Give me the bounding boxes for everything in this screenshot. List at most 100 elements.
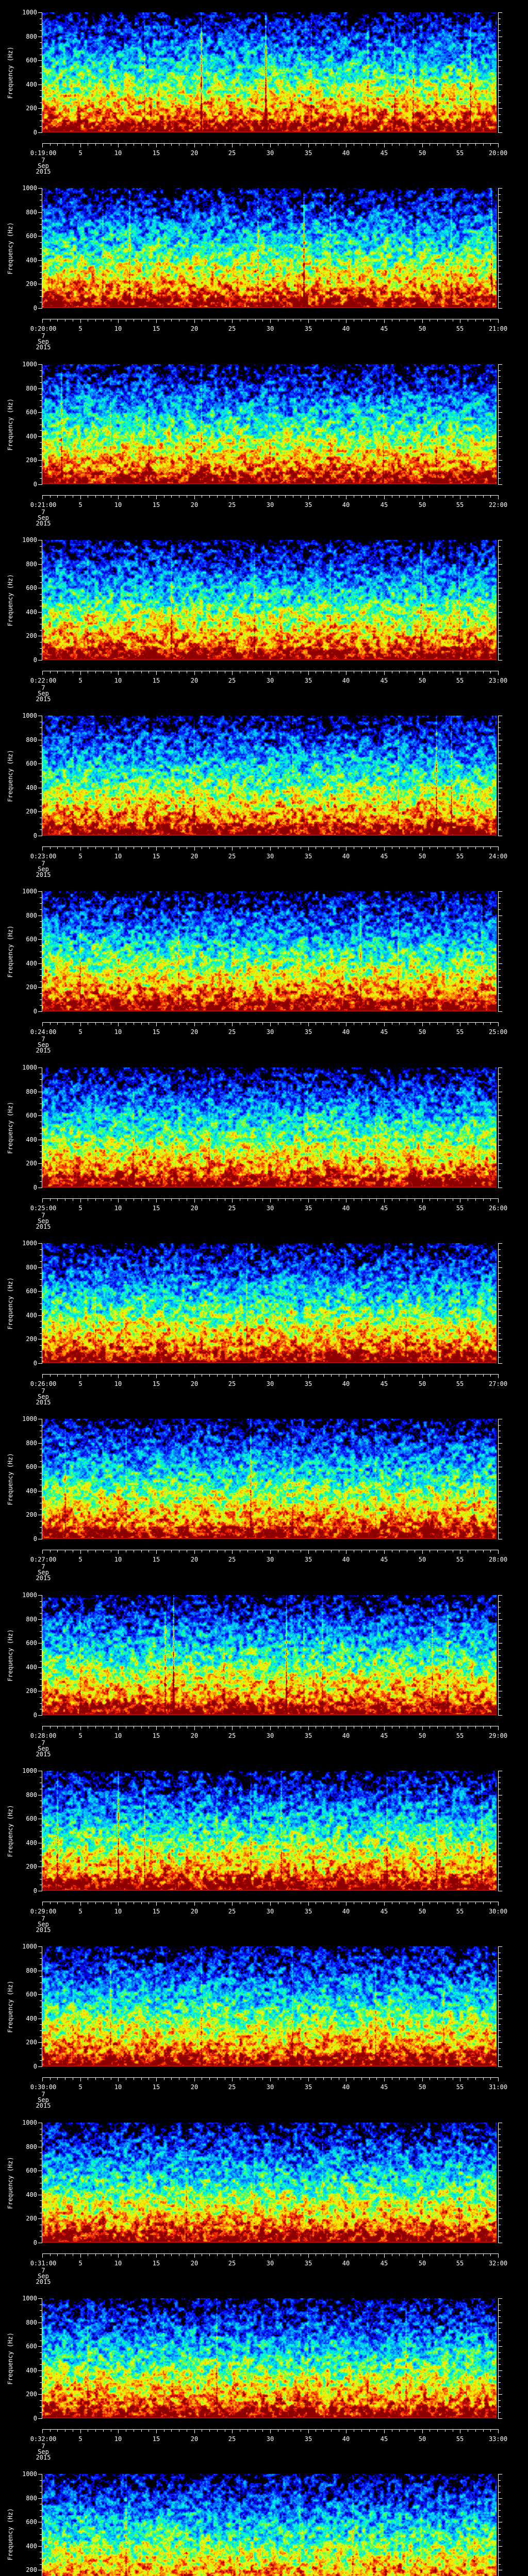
- y-tick: [38, 364, 42, 365]
- x-tick: [148, 1902, 149, 1904]
- x-tick: [156, 847, 157, 851]
- x-tick: [270, 1550, 271, 1554]
- x-tick-label: 50: [418, 1908, 426, 1915]
- x-tick-label: 20: [190, 1380, 199, 1387]
- y-tick: [40, 1297, 42, 1298]
- y-tick-label: 800: [26, 1264, 37, 1271]
- x-tick-label: 30: [266, 2435, 274, 2443]
- x-tick: [498, 847, 499, 851]
- x-tick: [194, 1199, 195, 1202]
- x-tick: [194, 847, 195, 851]
- x-tick: [57, 847, 58, 849]
- y-tick: [38, 60, 42, 61]
- x-tick: [262, 671, 263, 673]
- date-line: 2015: [36, 168, 51, 175]
- y-tick-right: [499, 1309, 501, 1310]
- y-tick-label: 200: [26, 808, 37, 815]
- x-tick-label: 50: [418, 2083, 426, 2091]
- x-tick-label: 55: [456, 2435, 464, 2443]
- y-tick-right: [499, 1685, 501, 1686]
- x-tick: [376, 144, 377, 146]
- x-tick: [445, 1726, 446, 1728]
- x-tick: [80, 1023, 81, 1026]
- y-tick: [40, 1303, 42, 1304]
- y-tick: [40, 90, 42, 91]
- x-tick-label: 10: [114, 501, 122, 509]
- x-tick: [308, 2430, 309, 2433]
- x-tick-label: 40: [342, 1028, 350, 1036]
- x-tick: [103, 1199, 104, 1201]
- y-tick: [38, 1443, 42, 1444]
- y-tick-label: 1000: [22, 1415, 37, 1422]
- x-tick: [270, 496, 271, 499]
- spectrogram-image: [42, 540, 497, 660]
- x-tick-label: 55: [456, 501, 464, 509]
- x-tick: [490, 1726, 491, 1728]
- x-tick: [42, 1902, 43, 1906]
- end-time-label: 30:00: [488, 1908, 508, 1915]
- y-tick: [40, 1655, 42, 1656]
- y-tick-label: 400: [26, 1839, 37, 1846]
- y-tick-right: [499, 1339, 502, 1340]
- x-tick: [262, 1550, 263, 1552]
- x-tick: [437, 319, 438, 321]
- x-tick: [285, 1199, 286, 1201]
- x-tick: [498, 144, 499, 147]
- x-tick: [171, 2430, 172, 2432]
- x-tick: [148, 1199, 149, 1201]
- y-tick-right: [499, 2352, 501, 2353]
- y-tick: [40, 1255, 42, 1256]
- x-tick-label: 40: [342, 1380, 350, 1387]
- y-tick-label: 800: [26, 385, 37, 392]
- x-tick: [57, 1023, 58, 1025]
- y-tick-label: 800: [26, 33, 37, 40]
- x-tick-label: 45: [380, 501, 388, 509]
- x-tick: [50, 1023, 51, 1025]
- spectrogram-image: [42, 891, 497, 1011]
- y-tick: [40, 1425, 42, 1426]
- x-tick-label: 55: [456, 149, 464, 157]
- y-tick: [40, 278, 42, 279]
- x-tick: [80, 2078, 81, 2081]
- x-tick: [285, 847, 286, 849]
- y-tick: [40, 630, 42, 631]
- x-tick: [422, 1199, 423, 1202]
- x-tick: [422, 847, 423, 851]
- y-tick-right: [499, 1145, 501, 1146]
- y-tick: [40, 78, 42, 79]
- x-tick: [369, 2078, 370, 2080]
- y-tick-right: [499, 1655, 501, 1656]
- y-tick-right: [499, 945, 501, 946]
- y-tick: [40, 2388, 42, 2389]
- y-tick-label: 600: [26, 760, 37, 767]
- y-tick: [40, 745, 42, 746]
- y-tick-right: [499, 2042, 502, 2043]
- x-tick: [217, 1550, 218, 1552]
- y-axis-title: Frequency (Hz): [7, 2332, 14, 2385]
- x-tick: [50, 2430, 51, 2432]
- y-tick-right: [499, 376, 501, 377]
- x-tick-label: 30: [266, 1205, 274, 1212]
- x-tick: [490, 1023, 491, 1025]
- x-tick-label: 20: [190, 1205, 199, 1212]
- y-tick-right: [499, 2418, 502, 2419]
- spectrogram-image: [42, 364, 497, 484]
- y-tick: [40, 442, 42, 443]
- x-tick: [42, 2078, 43, 2081]
- x-tick: [141, 1550, 142, 1552]
- spectrogram-panel: Frequency (Hz) 0 200 400 600 800 1000 5 10 15 20 25…: [0, 1406, 528, 1583]
- x-tick: [232, 1902, 233, 1906]
- x-tick: [255, 1550, 256, 1552]
- start-time-label: 0:24:00: [30, 1028, 57, 1036]
- x-tick-label: 5: [78, 2260, 82, 2267]
- x-tick: [148, 1726, 149, 1728]
- y-tick: [40, 2352, 42, 2353]
- x-tick: [270, 144, 271, 147]
- y-tick-right: [499, 1285, 501, 1286]
- x-tick: [262, 1726, 263, 1728]
- x-tick: [376, 1550, 377, 1552]
- x-tick: [437, 1375, 438, 1377]
- x-tick: [361, 2430, 362, 2432]
- y-tick-right: [499, 230, 501, 231]
- y-tick: [40, 1637, 42, 1638]
